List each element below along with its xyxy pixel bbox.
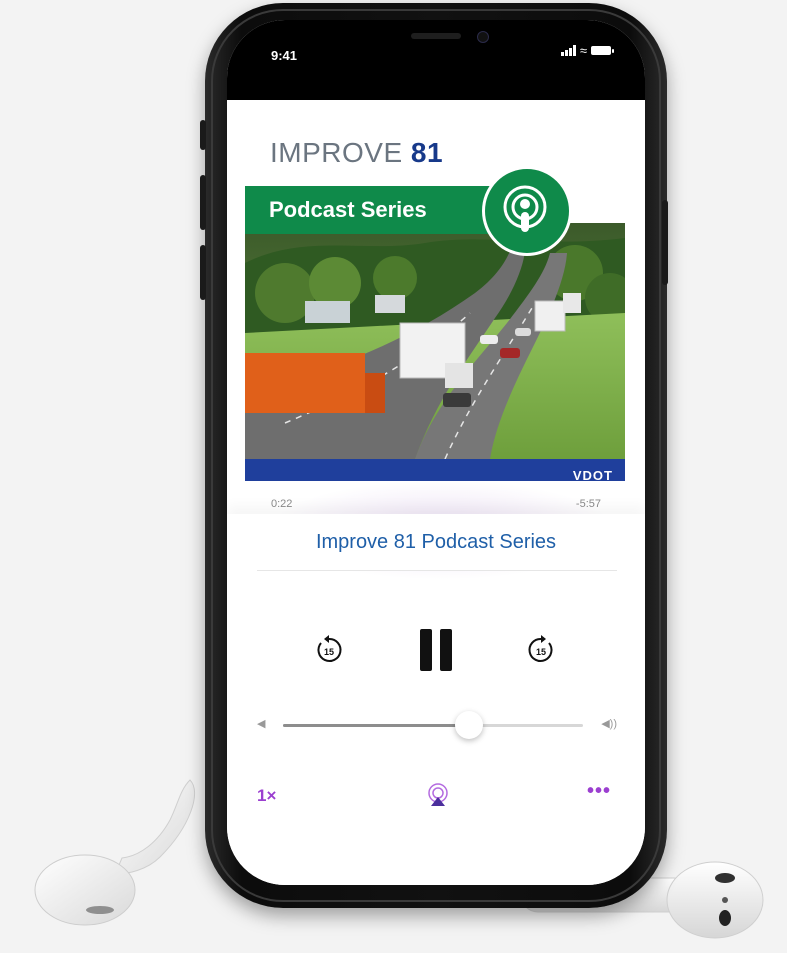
- artwork-footer: VDOT: [245, 459, 625, 481]
- vdot-logo: VDOT: [572, 468, 613, 481]
- skip-back-button[interactable]: 15: [309, 620, 349, 680]
- battery-icon: [591, 46, 614, 55]
- remaining-time: -5:57: [575, 498, 601, 510]
- phone-screen: 9:41 ≈ IMPROVE 81 Podcast Series VDOT 0:…: [227, 20, 645, 885]
- volume-control: ◀ ◀)): [257, 705, 617, 745]
- notch: [347, 20, 525, 54]
- divider: [257, 570, 617, 571]
- playback-speed-button[interactable]: 1×: [257, 786, 276, 806]
- artwork-brand: IMPROVE 81: [270, 137, 443, 169]
- side-button-power: [662, 200, 668, 285]
- elapsed-time: 0:22: [271, 498, 293, 510]
- artwork-header: IMPROVE 81: [245, 111, 625, 181]
- front-camera: [477, 31, 489, 43]
- side-button-volume-down: [200, 245, 206, 300]
- pause-icon: [420, 629, 452, 671]
- skip-back-15-icon: 15: [317, 635, 342, 662]
- more-icon[interactable]: •••: [587, 780, 611, 803]
- now-playing-sheet: IMPROVE 81 Podcast Series VDOT 0:22 -5:5…: [227, 100, 645, 885]
- side-button-volume-up: [200, 175, 206, 230]
- podcast-icon: [482, 166, 572, 256]
- product-mockup-scene: 9:41 ≈ IMPROVE 81 Podcast Series VDOT 0:…: [0, 0, 787, 953]
- volume-high-icon: ◀)): [601, 718, 617, 730]
- status-icons: ≈: [560, 43, 614, 58]
- skip-forward-button[interactable]: 15: [521, 620, 561, 680]
- podcast-artwork: IMPROVE 81 Podcast Series VDOT: [245, 111, 625, 481]
- highway-photo: [245, 223, 625, 459]
- earpiece-speaker: [411, 33, 461, 39]
- skip-forward-seconds: 15: [536, 647, 546, 657]
- wifi-icon: ≈: [579, 43, 587, 58]
- pause-button[interactable]: [411, 620, 461, 680]
- skip-forward-15-icon: 15: [528, 635, 553, 662]
- bottom-actions: 1× •••: [257, 780, 617, 820]
- airpod-left-image: [34, 779, 195, 926]
- status-bar: 9:41 ≈: [227, 20, 645, 100]
- cellular-signal-icon: [560, 45, 576, 56]
- volume-low-icon: ◀: [257, 718, 266, 730]
- volume-fill: [283, 724, 469, 727]
- volume-slider[interactable]: [283, 711, 583, 739]
- playback-controls: 15 15: [227, 620, 645, 680]
- skip-back-seconds: 15: [324, 647, 334, 657]
- volume-knob[interactable]: [455, 711, 483, 739]
- status-time: 9:41: [271, 48, 298, 63]
- airplay-icon[interactable]: [425, 782, 451, 813]
- side-button-mute: [200, 120, 206, 150]
- series-label: Podcast Series: [269, 197, 427, 222]
- brand-text: IMPROVE: [270, 137, 403, 168]
- brand-number: 81: [410, 137, 444, 168]
- track-title[interactable]: Improve 81 Podcast Series: [227, 514, 645, 570]
